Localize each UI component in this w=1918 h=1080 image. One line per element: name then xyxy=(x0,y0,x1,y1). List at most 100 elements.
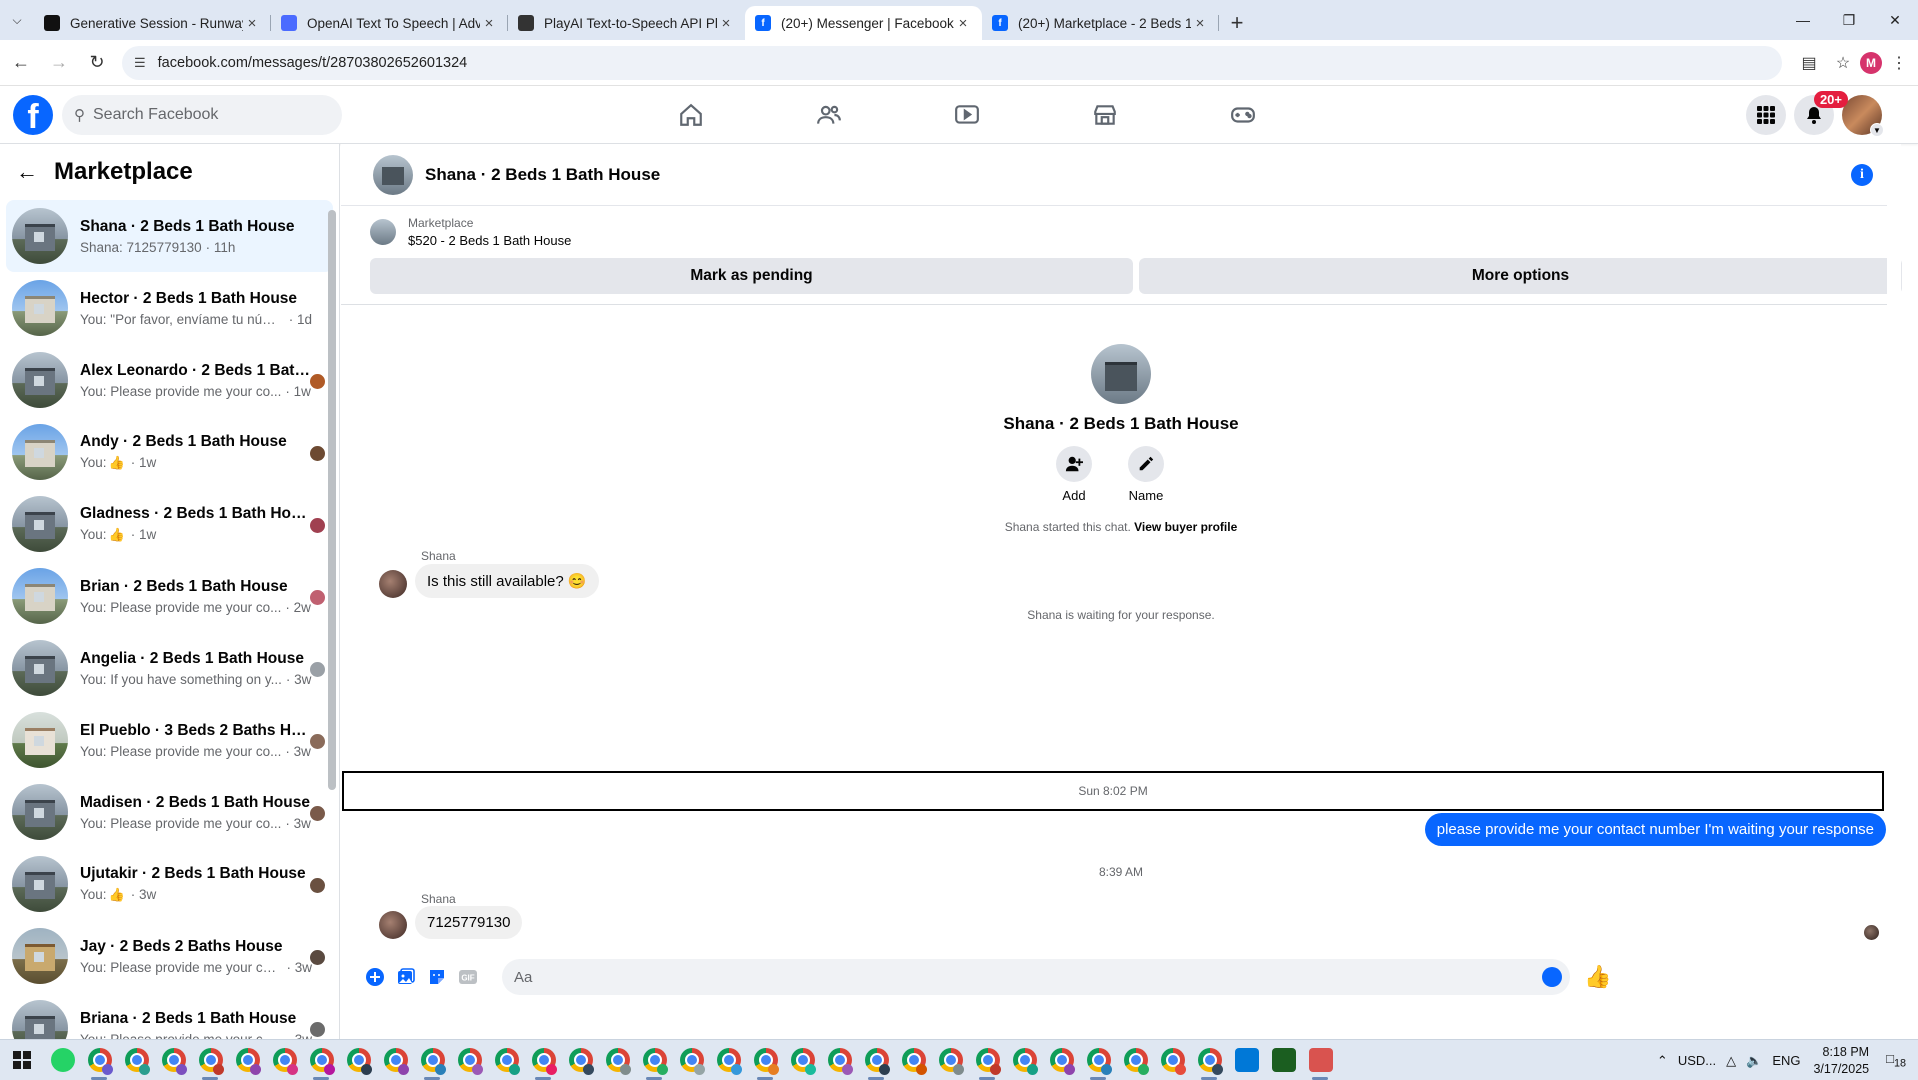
taskbar-chrome-icon[interactable] xyxy=(895,1040,932,1080)
clock[interactable]: 8:18 PM 3/17/2025 xyxy=(1813,1044,1869,1078)
search-input[interactable] xyxy=(93,106,303,124)
browser-tab[interactable]: f (20+) Messenger | Facebook × xyxy=(745,6,982,40)
home-icon[interactable] xyxy=(622,86,760,144)
conversation-item[interactable]: Shana · 2 Beds 1 Bath House Shana: 712577… xyxy=(6,200,333,272)
browser-tab[interactable]: Generative Session - Runway × xyxy=(34,6,271,40)
conversation-item[interactable]: Angelia · 2 Beds 1 Bath House You: If you… xyxy=(6,632,333,704)
new-tab-button[interactable]: + xyxy=(1219,6,1255,40)
conversation-item[interactable]: Brian · 2 Beds 1 Bath House You: Please p… xyxy=(6,560,333,632)
plus-circle-icon[interactable] xyxy=(364,966,386,988)
speaker-icon[interactable]: 🔈 xyxy=(1746,1053,1762,1069)
facebook-logo-icon[interactable]: f xyxy=(13,95,53,135)
message-input[interactable] xyxy=(514,968,1514,986)
chat-title[interactable]: Shana · 2 Beds 1 Bath House xyxy=(425,165,660,185)
taskbar-chrome-icon[interactable] xyxy=(377,1040,414,1080)
taskbar-edge-icon[interactable] xyxy=(1228,1040,1265,1080)
chat-scrollbar[interactable] xyxy=(1887,144,1901,1039)
photo-icon[interactable] xyxy=(395,966,417,988)
site-settings-icon[interactable]: ☰ xyxy=(134,55,146,71)
more-options-button[interactable]: More options xyxy=(1139,258,1902,294)
currency-widget[interactable]: USD... xyxy=(1678,1053,1716,1068)
close-tab-icon[interactable]: × xyxy=(243,15,261,32)
profile-thumbnail[interactable] xyxy=(1091,344,1151,404)
taskbar-chrome-icon[interactable] xyxy=(155,1040,192,1080)
thumbs-up-icon[interactable]: 👍 xyxy=(1584,964,1611,990)
taskbar-chrome-icon[interactable] xyxy=(488,1040,525,1080)
reload-icon[interactable]: ↻ xyxy=(80,46,114,80)
info-icon[interactable]: i xyxy=(1851,164,1873,186)
back-arrow-icon[interactable]: ← xyxy=(16,159,38,185)
emoji-icon[interactable] xyxy=(1542,967,1562,987)
conversation-item[interactable]: Madisen · 2 Beds 1 Bath House You: Please… xyxy=(6,776,333,848)
taskbar-chrome-icon[interactable] xyxy=(562,1040,599,1080)
chrome-menu-icon[interactable]: ⋮ xyxy=(1882,46,1916,80)
close-tab-icon[interactable]: × xyxy=(1191,15,1209,32)
add-button[interactable]: Add xyxy=(1056,446,1092,503)
taskbar-chrome-icon[interactable] xyxy=(451,1040,488,1080)
notification-center-icon[interactable]: □18 xyxy=(1886,1051,1906,1070)
taskbar-chrome-icon[interactable] xyxy=(710,1040,747,1080)
chat-listing-thumbnail[interactable] xyxy=(373,154,413,195)
taskbar-chrome-icon[interactable] xyxy=(932,1040,969,1080)
minimize-icon[interactable]: — xyxy=(1780,0,1826,40)
listing-summary[interactable]: Marketplace $520 - 2 Beds 1 Bath House xyxy=(370,216,571,248)
taskbar-chrome-icon[interactable] xyxy=(636,1040,673,1080)
taskbar-chrome-icon[interactable] xyxy=(821,1040,858,1080)
taskbar-chrome-icon[interactable] xyxy=(599,1040,636,1080)
facebook-search[interactable]: ⚲ xyxy=(62,95,342,135)
chevron-up-icon[interactable]: ⌃ xyxy=(1657,1053,1668,1069)
close-tab-icon[interactable]: × xyxy=(717,15,735,32)
avatar[interactable] xyxy=(379,911,407,939)
marketplace-icon[interactable] xyxy=(1036,86,1174,144)
friends-icon[interactable] xyxy=(760,86,898,144)
bookmark-star-icon[interactable]: ☆ xyxy=(1826,46,1860,80)
network-icon[interactable]: △ xyxy=(1726,1053,1736,1069)
sidebar-scrollbar[interactable] xyxy=(327,196,337,1036)
message-bubble[interactable]: Is this still available? 😊 xyxy=(415,564,599,598)
conversation-item[interactable]: Andy · 2 Beds 1 Bath House You: 👍 · 1w xyxy=(6,416,333,488)
browser-tab[interactable]: PlayAI Text-to-Speech API Playg× xyxy=(508,6,745,40)
taskbar-chrome-icon[interactable] xyxy=(1043,1040,1080,1080)
taskbar-chrome-icon[interactable] xyxy=(340,1040,377,1080)
taskbar-chrome-icon[interactable] xyxy=(1080,1040,1117,1080)
install-app-icon[interactable]: ▤ xyxy=(1792,46,1826,80)
taskbar-chrome-icon[interactable] xyxy=(266,1040,303,1080)
address-bar[interactable]: ☰ facebook.com/messages/t/28703802652601… xyxy=(122,45,1782,80)
conversation-item[interactable]: Gladness · 2 Beds 1 Bath House You: 👍 · 1w xyxy=(6,488,333,560)
taskbar-chrome-icon[interactable] xyxy=(192,1040,229,1080)
taskbar-chrome-icon[interactable] xyxy=(1191,1040,1228,1080)
gaming-icon[interactable] xyxy=(1174,86,1312,144)
message-bubble[interactable]: 7125779130 xyxy=(415,906,523,939)
view-buyer-profile-link[interactable]: View buyer profile xyxy=(1134,520,1237,534)
taskbar-chrome-icon[interactable] xyxy=(858,1040,895,1080)
browser-tab[interactable]: f (20+) Marketplace - 2 Beds 1 Ba× xyxy=(982,6,1219,40)
taskbar-chrome-icon[interactable] xyxy=(525,1040,562,1080)
taskbar-app-icon[interactable] xyxy=(1302,1040,1339,1080)
taskbar-chrome-icon[interactable] xyxy=(414,1040,451,1080)
video-icon[interactable] xyxy=(898,86,1036,144)
conversation-item[interactable]: Alex Leonardo · 2 Beds 1 Bath... You: Ple… xyxy=(6,344,333,416)
profile-avatar[interactable]: M xyxy=(1860,51,1882,74)
taskbar-chrome-icon[interactable] xyxy=(784,1040,821,1080)
taskbar-chrome-icon[interactable] xyxy=(969,1040,1006,1080)
taskbar-app-icon[interactable] xyxy=(1265,1040,1302,1080)
close-tab-icon[interactable]: × xyxy=(480,15,498,32)
message-input-box[interactable] xyxy=(502,959,1570,995)
taskbar-chrome-icon[interactable] xyxy=(1154,1040,1191,1080)
conversation-item[interactable]: Ujutakir · 2 Beds 1 Bath House You: 👍 · 3w xyxy=(6,848,333,920)
conversation-item[interactable]: El Pueblo · 3 Beds 2 Baths Ho... You: Ple… xyxy=(6,704,333,776)
taskbar-chrome-icon[interactable] xyxy=(747,1040,784,1080)
taskbar-chrome-icon[interactable] xyxy=(229,1040,266,1080)
outgoing-message[interactable]: please provide me your contact number I'… xyxy=(1424,813,1886,846)
conversation-item[interactable]: Briana · 2 Beds 1 Bath House You: Please … xyxy=(6,992,333,1039)
conversation-item[interactable]: Jay · 2 Beds 2 Baths House You: Please pr… xyxy=(6,920,333,992)
browser-tab[interactable]: OpenAI Text To Speech | Advan × xyxy=(271,6,508,40)
notifications-bell-icon[interactable]: 20+ xyxy=(1794,91,1848,135)
windows-start-icon[interactable] xyxy=(0,1040,44,1080)
taskbar-chrome-icon[interactable] xyxy=(1006,1040,1043,1080)
taskbar-chrome-icon[interactable] xyxy=(81,1040,118,1080)
account-avatar[interactable]: ▼ xyxy=(1842,95,1884,137)
taskbar-chrome-icon[interactable] xyxy=(1117,1040,1154,1080)
taskbar-chrome-icon[interactable] xyxy=(118,1040,155,1080)
conversation-item[interactable]: Hector · 2 Beds 1 Bath House You: "Por fa… xyxy=(6,272,333,344)
